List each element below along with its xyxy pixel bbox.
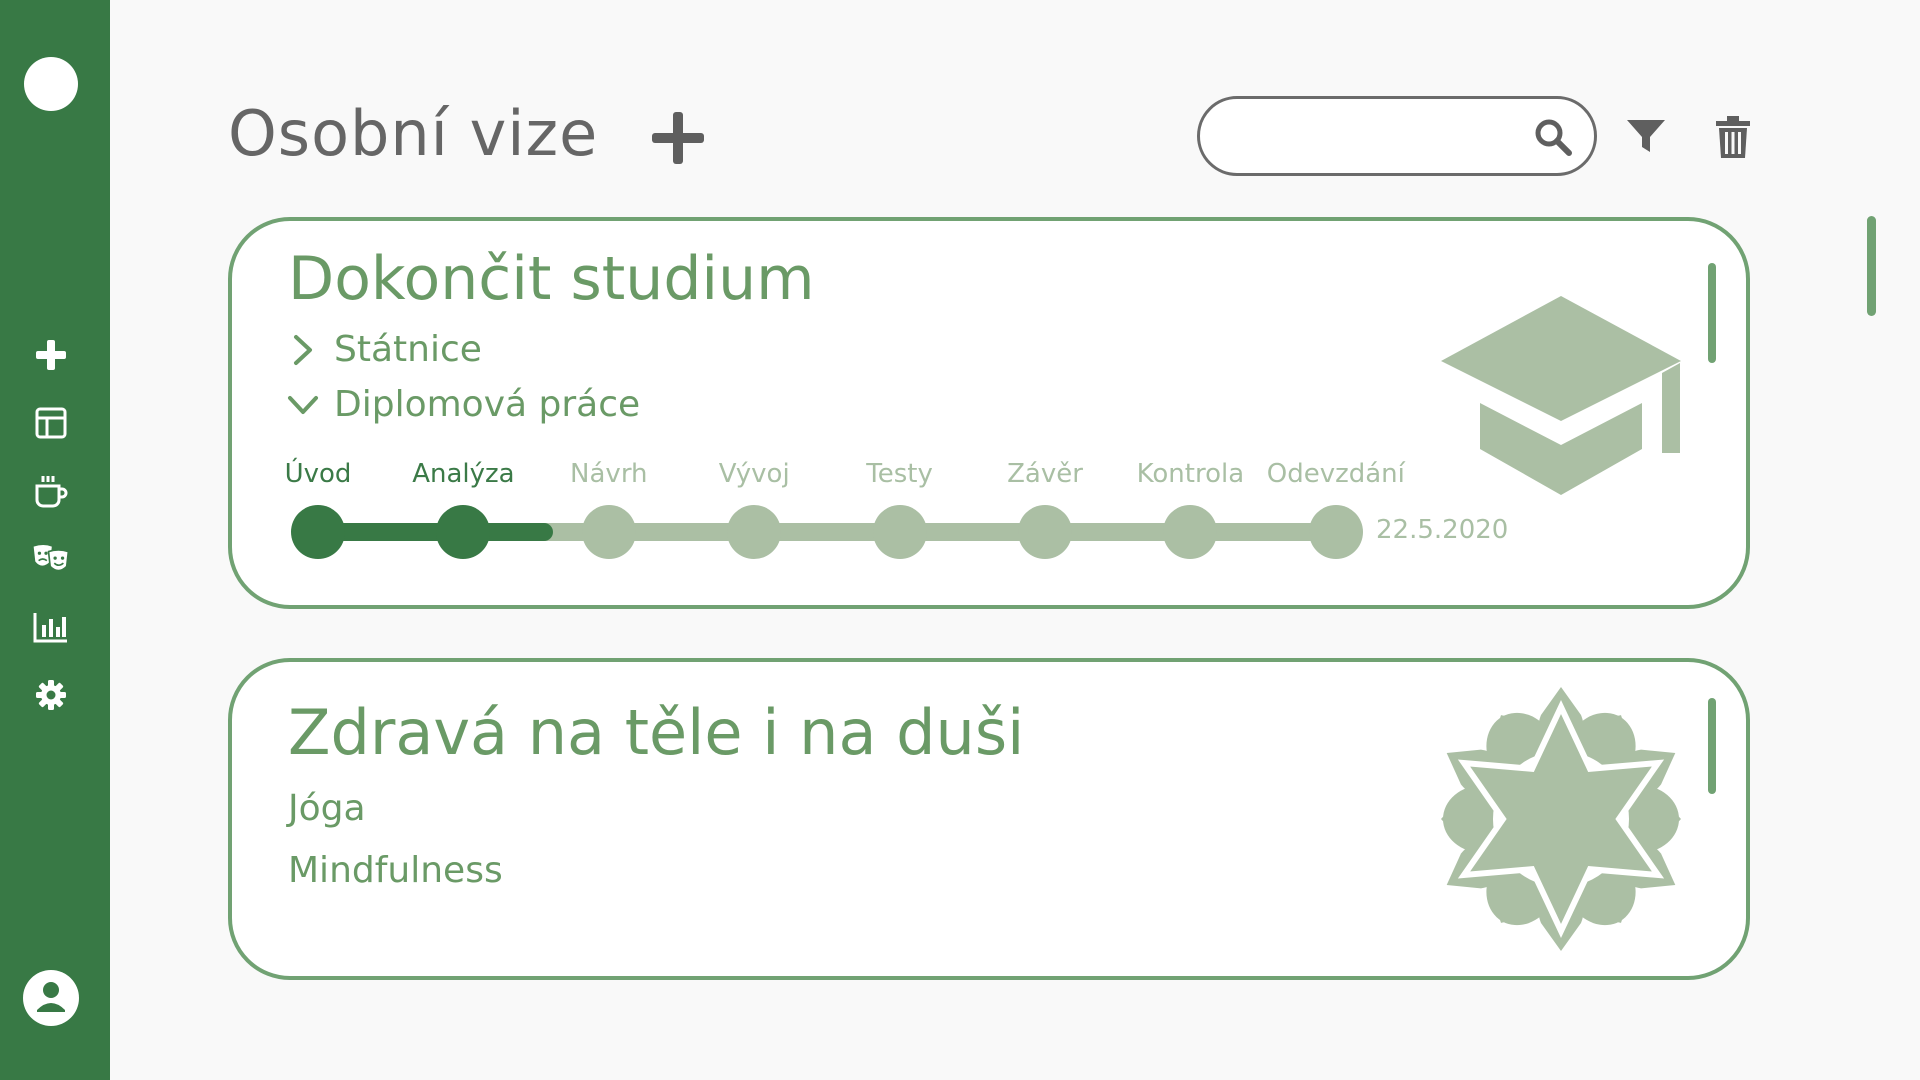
filter-button[interactable]	[1624, 114, 1668, 158]
plus-icon	[652, 112, 704, 164]
stage-dot[interactable]	[1018, 505, 1072, 559]
chevron-down-icon	[286, 388, 320, 422]
stage-label: Kontrola	[1136, 459, 1245, 489]
stage-label: Úvod	[284, 459, 352, 489]
vision-card[interactable]: Zdravá na těle i na duši Jóga Mindfulnes…	[228, 658, 1750, 980]
subgoal-statnice[interactable]: Státnice	[286, 329, 482, 370]
app-logo[interactable]	[24, 57, 78, 111]
subgoal-label: Diplomová práce	[334, 384, 641, 425]
due-date: 22.5.2020	[1376, 515, 1509, 545]
card-title: Dokončit studium	[288, 244, 815, 314]
filter-icon	[1627, 120, 1665, 152]
stage-dot[interactable]	[872, 505, 927, 559]
plus-icon	[36, 340, 66, 370]
search-icon	[1535, 119, 1572, 156]
chevron-right-icon	[286, 333, 320, 367]
page-title: Osobní vize	[228, 97, 599, 170]
search-box	[1197, 96, 1597, 176]
add-vision-button[interactable]	[648, 108, 708, 168]
stage-dot[interactable]	[291, 505, 345, 559]
stage-label: Analýza	[412, 459, 515, 489]
card-title: Zdravá na těle i na duši	[288, 696, 1025, 769]
subgoal-diplomova-prace[interactable]: Diplomová práce	[286, 384, 640, 425]
layout-icon	[35, 407, 67, 439]
stage-label: Závěr	[1007, 459, 1083, 489]
stage-dot[interactable]	[581, 505, 636, 559]
subgoal-label: Státnice	[334, 329, 482, 370]
stage-dot[interactable]	[1308, 505, 1363, 559]
gear-icon	[36, 680, 66, 710]
stage-label: Návrh	[570, 459, 648, 489]
stage-label: Vývoj	[718, 459, 790, 489]
stage-dot[interactable]	[436, 505, 491, 559]
sidebar-settings-button[interactable]	[32, 676, 70, 714]
stage-label: Odevzdání	[1266, 459, 1405, 489]
sidebar	[0, 0, 110, 1080]
sidebar-coffee-button[interactable]	[32, 472, 70, 510]
sidebar-layout-button[interactable]	[32, 404, 70, 442]
sidebar-add-button[interactable]	[32, 336, 70, 374]
sidebar-stats-button[interactable]	[32, 608, 70, 646]
search-button[interactable]	[1532, 116, 1574, 158]
card-scrollbar[interactable]	[1708, 698, 1716, 794]
page-scrollbar[interactable]	[1867, 216, 1876, 316]
list-item[interactable]: Mindfulness	[288, 850, 503, 891]
coffee-cup-icon	[35, 476, 68, 508]
delete-button[interactable]	[1714, 114, 1758, 162]
card-scrollbar[interactable]	[1708, 263, 1716, 363]
user-icon	[37, 982, 65, 1012]
user-avatar-button[interactable]	[23, 970, 79, 1026]
theater-masks-icon	[33, 544, 70, 572]
stage-dot[interactable]	[1163, 505, 1218, 559]
bar-chart-icon	[33, 613, 67, 643]
sidebar-moods-button[interactable]	[32, 540, 70, 578]
stage-dot[interactable]	[727, 505, 782, 559]
search-input[interactable]	[1228, 113, 1512, 161]
trash-icon	[1716, 116, 1750, 158]
stage-label: Testy	[866, 459, 933, 489]
lotus-mandala-icon	[1441, 687, 1681, 951]
vision-card[interactable]: Dokončit studium Státnice Diplomová prác…	[228, 217, 1750, 609]
list-item[interactable]: Jóga	[288, 788, 366, 829]
graduation-cap-icon	[1441, 296, 1681, 495]
